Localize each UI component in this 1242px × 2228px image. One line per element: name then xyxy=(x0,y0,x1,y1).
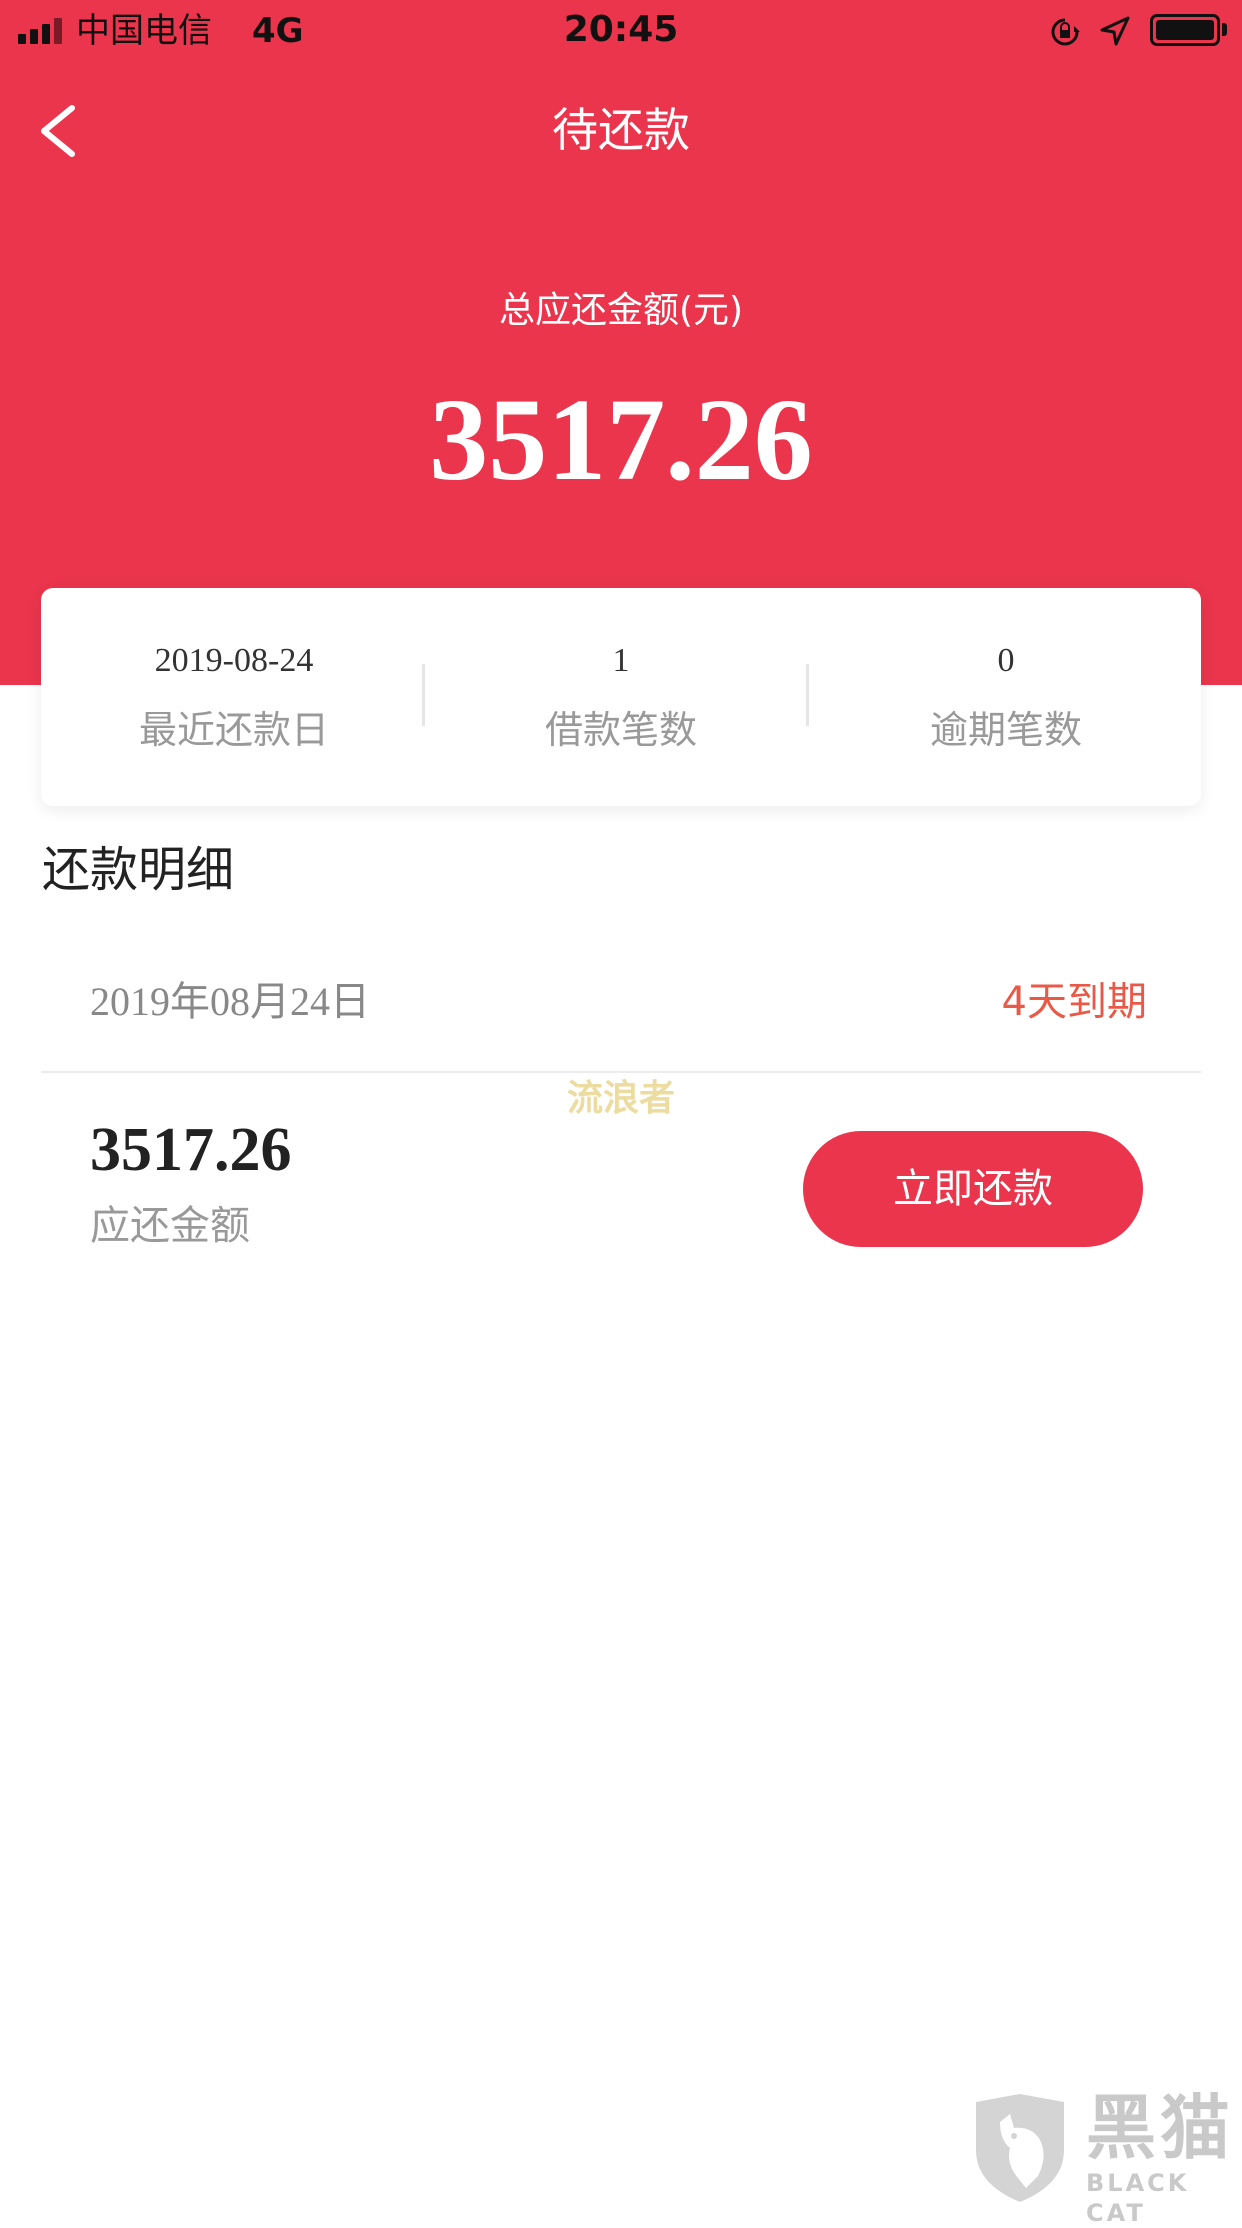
stat-value: 1 xyxy=(612,642,630,679)
battery-tip xyxy=(1222,23,1227,36)
summary-card: 2019-08-24 最近还款日 1 借款笔数 0 逾期笔数 xyxy=(41,588,1201,806)
stat-value: 2019-08-24 xyxy=(154,642,314,679)
page-title: 待还款 xyxy=(552,103,690,157)
location-icon xyxy=(1100,16,1130,46)
black-cat-logo: 黑猫 BLACK CAT xyxy=(970,2087,1240,2227)
rotation-lock-icon xyxy=(1051,18,1080,46)
stat-value: 0 xyxy=(997,642,1015,679)
total-amount-label: 总应还金额(元) xyxy=(498,290,744,331)
repayment-date: 2019年08月24日 xyxy=(90,979,370,1024)
divider xyxy=(41,1071,1201,1073)
status-bar: 中国电信 4G 20:45 xyxy=(0,0,1242,62)
stat-label: 逾期笔数 xyxy=(929,708,1082,752)
divider xyxy=(422,664,425,726)
stat-overdue-count: 0 逾期笔数 xyxy=(813,588,1199,806)
battery-icon xyxy=(1150,14,1220,46)
stat-loan-count: 1 借款笔数 xyxy=(428,588,814,806)
repayment-amount: 3517.26 xyxy=(90,1116,292,1184)
total-amount: 3517.26 xyxy=(429,374,813,505)
stat-label: 最近还款日 xyxy=(138,708,329,752)
stat-label: 借款笔数 xyxy=(544,708,697,752)
repay-now-button[interactable]: 立即还款 xyxy=(803,1131,1143,1247)
logo-subtitle: BLACK CAT xyxy=(1086,2169,1190,2227)
stat-latest-repayment-date: 2019-08-24 最近还款日 xyxy=(41,588,427,806)
logo-name: 黑猫 xyxy=(1086,2087,1234,2169)
section-title: 还款明细 xyxy=(42,842,235,898)
repayment-amount-label: 应还金额 xyxy=(90,1203,250,1249)
due-status: 4天到期 xyxy=(1001,979,1147,1025)
divider xyxy=(806,664,809,726)
cat-shield-icon xyxy=(976,2094,1064,2202)
